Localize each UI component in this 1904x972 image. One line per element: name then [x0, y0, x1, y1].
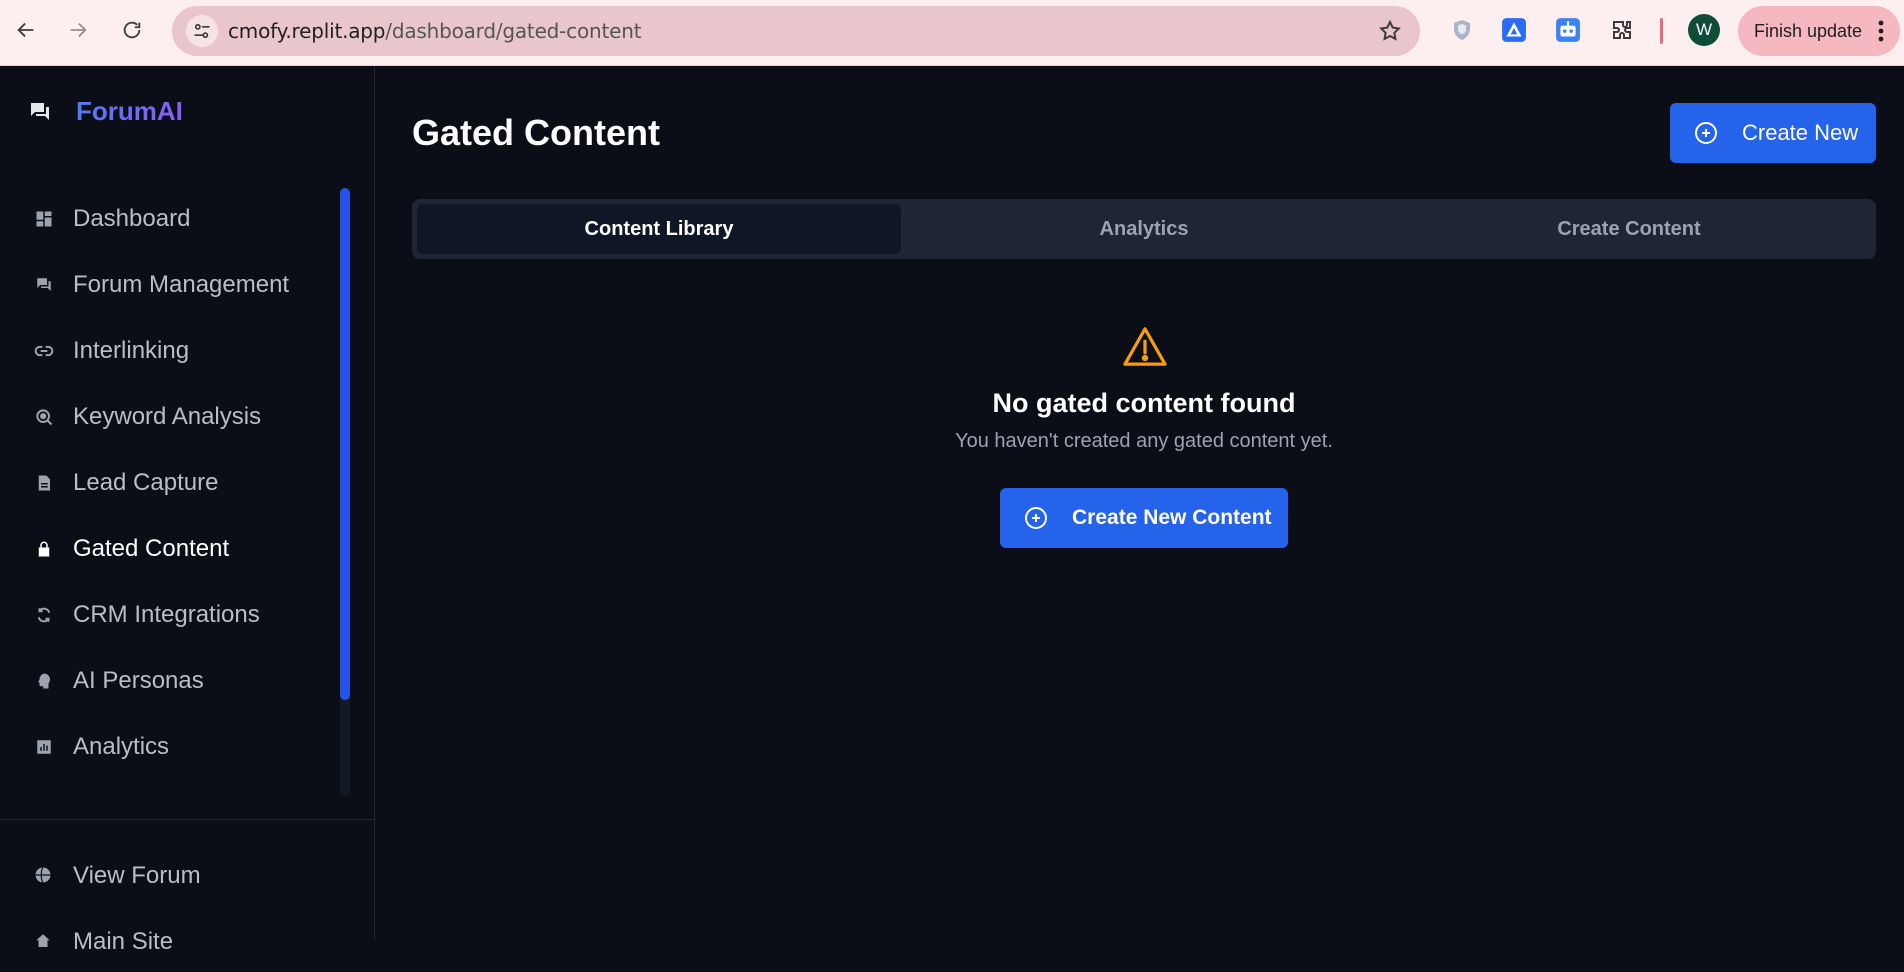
chat-bubbles-icon: [31, 103, 49, 120]
tune-icon: [194, 23, 210, 39]
url-text: cmofy.replit.app/dashboard/gated-content: [228, 19, 642, 43]
bookmark-star-icon[interactable]: [1378, 19, 1402, 48]
sidebar-item-label: Dashboard: [73, 205, 191, 232]
tab-create-content[interactable]: Create Content: [1387, 204, 1871, 254]
finish-update-button[interactable]: Finish update: [1738, 6, 1900, 56]
sidebar-item-label: Lead Capture: [73, 469, 219, 496]
sidebar-menu: Dashboard Forum Management Interlinking …: [0, 186, 340, 780]
sidebar-item-label: Forum Management: [73, 271, 290, 298]
shield-extension-icon[interactable]: [1446, 14, 1478, 46]
analytics-icon: [34, 737, 54, 757]
sidebar-divider: [0, 819, 375, 820]
sidebar-item-view-forum[interactable]: View Forum: [0, 846, 340, 906]
address-bar[interactable]: cmofy.replit.app/dashboard/gated-content: [172, 6, 1420, 56]
plus-circle-icon: [1695, 122, 1717, 144]
sidebar: ForumAI Dashboard Forum Management Inter…: [0, 66, 375, 955]
document-icon: [34, 473, 54, 493]
sidebar-item-interlinking[interactable]: Interlinking: [0, 318, 340, 384]
home-icon: [34, 932, 54, 952]
extensions-puzzle-icon[interactable]: [1606, 14, 1638, 46]
link-icon: [34, 341, 54, 361]
keyword-search-icon: [34, 407, 54, 427]
back-button[interactable]: [10, 14, 42, 46]
triangle-extension-icon[interactable]: [1498, 14, 1530, 46]
forum-icon: [34, 275, 54, 295]
globe-icon: [34, 866, 54, 886]
tab-analytics[interactable]: Analytics: [902, 204, 1386, 254]
sidebar-item-gated-content[interactable]: Gated Content: [0, 516, 340, 582]
brand-name: ForumAI: [76, 96, 183, 126]
sidebar-item-keyword-analysis[interactable]: Keyword Analysis: [0, 384, 340, 450]
site-info-button[interactable]: [186, 15, 218, 47]
sidebar-item-label: AI Personas: [73, 667, 204, 694]
dashboard-icon: [34, 209, 54, 229]
sidebar-item-crm-integrations[interactable]: CRM Integrations: [0, 582, 340, 648]
arrow-right-icon: [70, 22, 87, 38]
create-new-content-label: Create New Content: [1072, 506, 1272, 529]
sidebar-scrollbar-thumb[interactable]: [340, 188, 350, 700]
main-content: Gated Content Create New Content Library…: [376, 66, 1904, 941]
sidebar-item-label: Main Site: [73, 928, 174, 955]
tab-bar: Content Library Analytics Create Content: [412, 199, 1876, 259]
sidebar-item-lead-capture[interactable]: Lead Capture: [0, 450, 340, 516]
profile-avatar[interactable]: W: [1688, 14, 1720, 46]
toolbar-divider: [1660, 18, 1663, 44]
empty-state-subtitle: You haven't created any gated content ye…: [955, 430, 1333, 452]
reload-button[interactable]: [116, 14, 148, 46]
sidebar-item-analytics[interactable]: Analytics: [0, 714, 340, 780]
create-new-button[interactable]: Create New: [1670, 103, 1876, 163]
warning-icon: [1123, 327, 1167, 366]
sidebar-item-label: Gated Content: [73, 535, 230, 562]
sidebar-item-label: Analytics: [73, 733, 170, 760]
page-title: Gated Content: [412, 112, 660, 153]
sidebar-item-label: View Forum: [73, 862, 201, 889]
sidebar-item-ai-personas[interactable]: AI Personas: [0, 648, 340, 714]
tab-content-library[interactable]: Content Library: [417, 204, 901, 254]
create-new-content-button[interactable]: Create New Content: [1000, 488, 1288, 548]
lock-icon: [34, 539, 54, 559]
persona-icon: [34, 671, 54, 691]
more-vert-icon: [1878, 20, 1884, 42]
sidebar-item-dashboard[interactable]: Dashboard: [0, 186, 340, 252]
brand[interactable]: ForumAI: [28, 96, 183, 126]
robot-extension-icon[interactable]: [1552, 14, 1584, 46]
sidebar-item-label: CRM Integrations: [73, 601, 260, 628]
browser-toolbar: cmofy.replit.app/dashboard/gated-content…: [0, 0, 1904, 66]
sidebar-item-main-site[interactable]: Main Site: [0, 912, 340, 972]
plus-circle-icon: [1025, 507, 1047, 529]
create-new-label: Create New: [1742, 120, 1859, 145]
forward-button[interactable]: [62, 14, 94, 46]
sync-icon: [34, 605, 54, 625]
arrow-left-icon: [17, 22, 34, 38]
sidebar-item-label: Interlinking: [73, 337, 190, 364]
reload-icon: [123, 21, 141, 39]
sidebar-item-label: Keyword Analysis: [73, 403, 262, 430]
empty-state-title: No gated content found: [992, 388, 1296, 418]
sidebar-item-forum-management[interactable]: Forum Management: [0, 252, 340, 318]
